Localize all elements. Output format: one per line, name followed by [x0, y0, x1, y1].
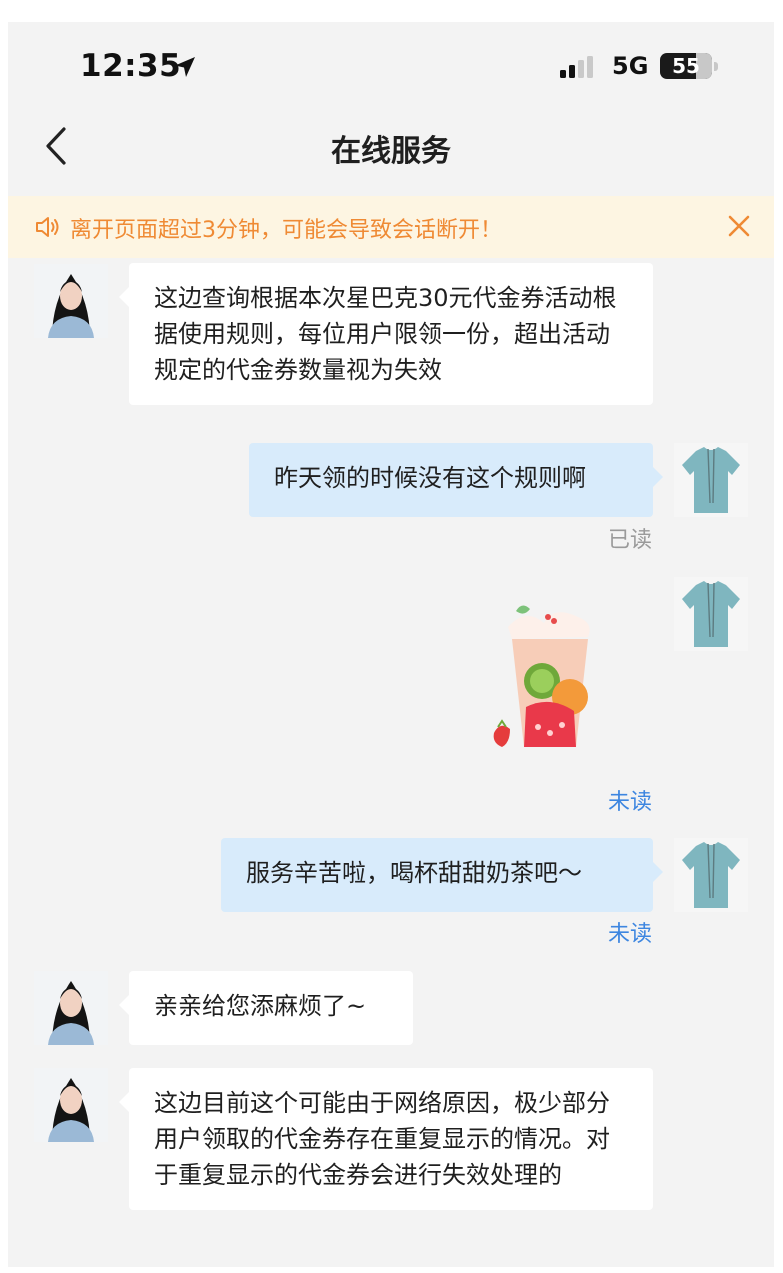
- tshirt-avatar-icon: [674, 577, 748, 651]
- signal-icon: [560, 56, 593, 78]
- nav-bar: 在线服务: [8, 114, 774, 196]
- user-avatar[interactable]: [674, 443, 748, 517]
- message-bubble-user: 服务辛苦啦，喝杯甜甜奶茶吧～: [221, 838, 663, 912]
- user-avatar[interactable]: [674, 838, 748, 912]
- unread-status: 未读: [608, 790, 653, 815]
- tshirt-avatar-icon: [674, 443, 748, 517]
- message-bubble-agent: 这边查询根据本次星巴克30元代金券活动根据使用规则，每位用户限领一份，超出活动规…: [119, 263, 653, 405]
- agent-portrait-icon: [34, 971, 108, 1045]
- chat-screen: 12:35 5G 55 在线服务 离开页面超过3分钟，可能会导致会话断开！ 这边…: [8, 22, 774, 1267]
- network-type: 5G: [612, 52, 649, 80]
- read-status: 已读: [608, 528, 653, 553]
- message-bubble-user: 昨天领的时候没有这个规则啊: [249, 443, 663, 517]
- notice-banner: 离开页面超过3分钟，可能会导致会话断开！: [8, 196, 774, 258]
- agent-avatar[interactable]: [34, 264, 108, 338]
- status-time: 12:35: [80, 48, 182, 84]
- speaker-icon: [36, 217, 59, 237]
- page-title: 在线服务: [331, 134, 451, 169]
- agent-portrait-icon: [34, 1068, 108, 1142]
- notice-text: 离开页面超过3分钟，可能会导致会话断开！: [70, 218, 502, 243]
- milk-tea-sticker[interactable]: [490, 587, 610, 757]
- unread-status: 未读: [608, 922, 653, 947]
- user-avatar[interactable]: [674, 577, 748, 651]
- location-arrow-icon: [175, 57, 195, 77]
- agent-avatar[interactable]: [34, 971, 108, 1045]
- agent-portrait-icon: [34, 264, 108, 338]
- message-bubble-agent: 亲亲给您添麻烦了~: [119, 971, 413, 1045]
- close-icon[interactable]: [726, 213, 752, 239]
- agent-avatar[interactable]: [34, 1068, 108, 1142]
- message-bubble-agent: 这边目前这个可能由于网络原因，极少部分用户领取的代金券存在重复显示的情况。对于重…: [119, 1068, 653, 1210]
- tshirt-avatar-icon: [674, 838, 748, 912]
- battery-icon: 55: [660, 53, 722, 81]
- status-bar: 12:35 5G 55: [8, 22, 774, 114]
- battery-level: 55: [672, 54, 700, 78]
